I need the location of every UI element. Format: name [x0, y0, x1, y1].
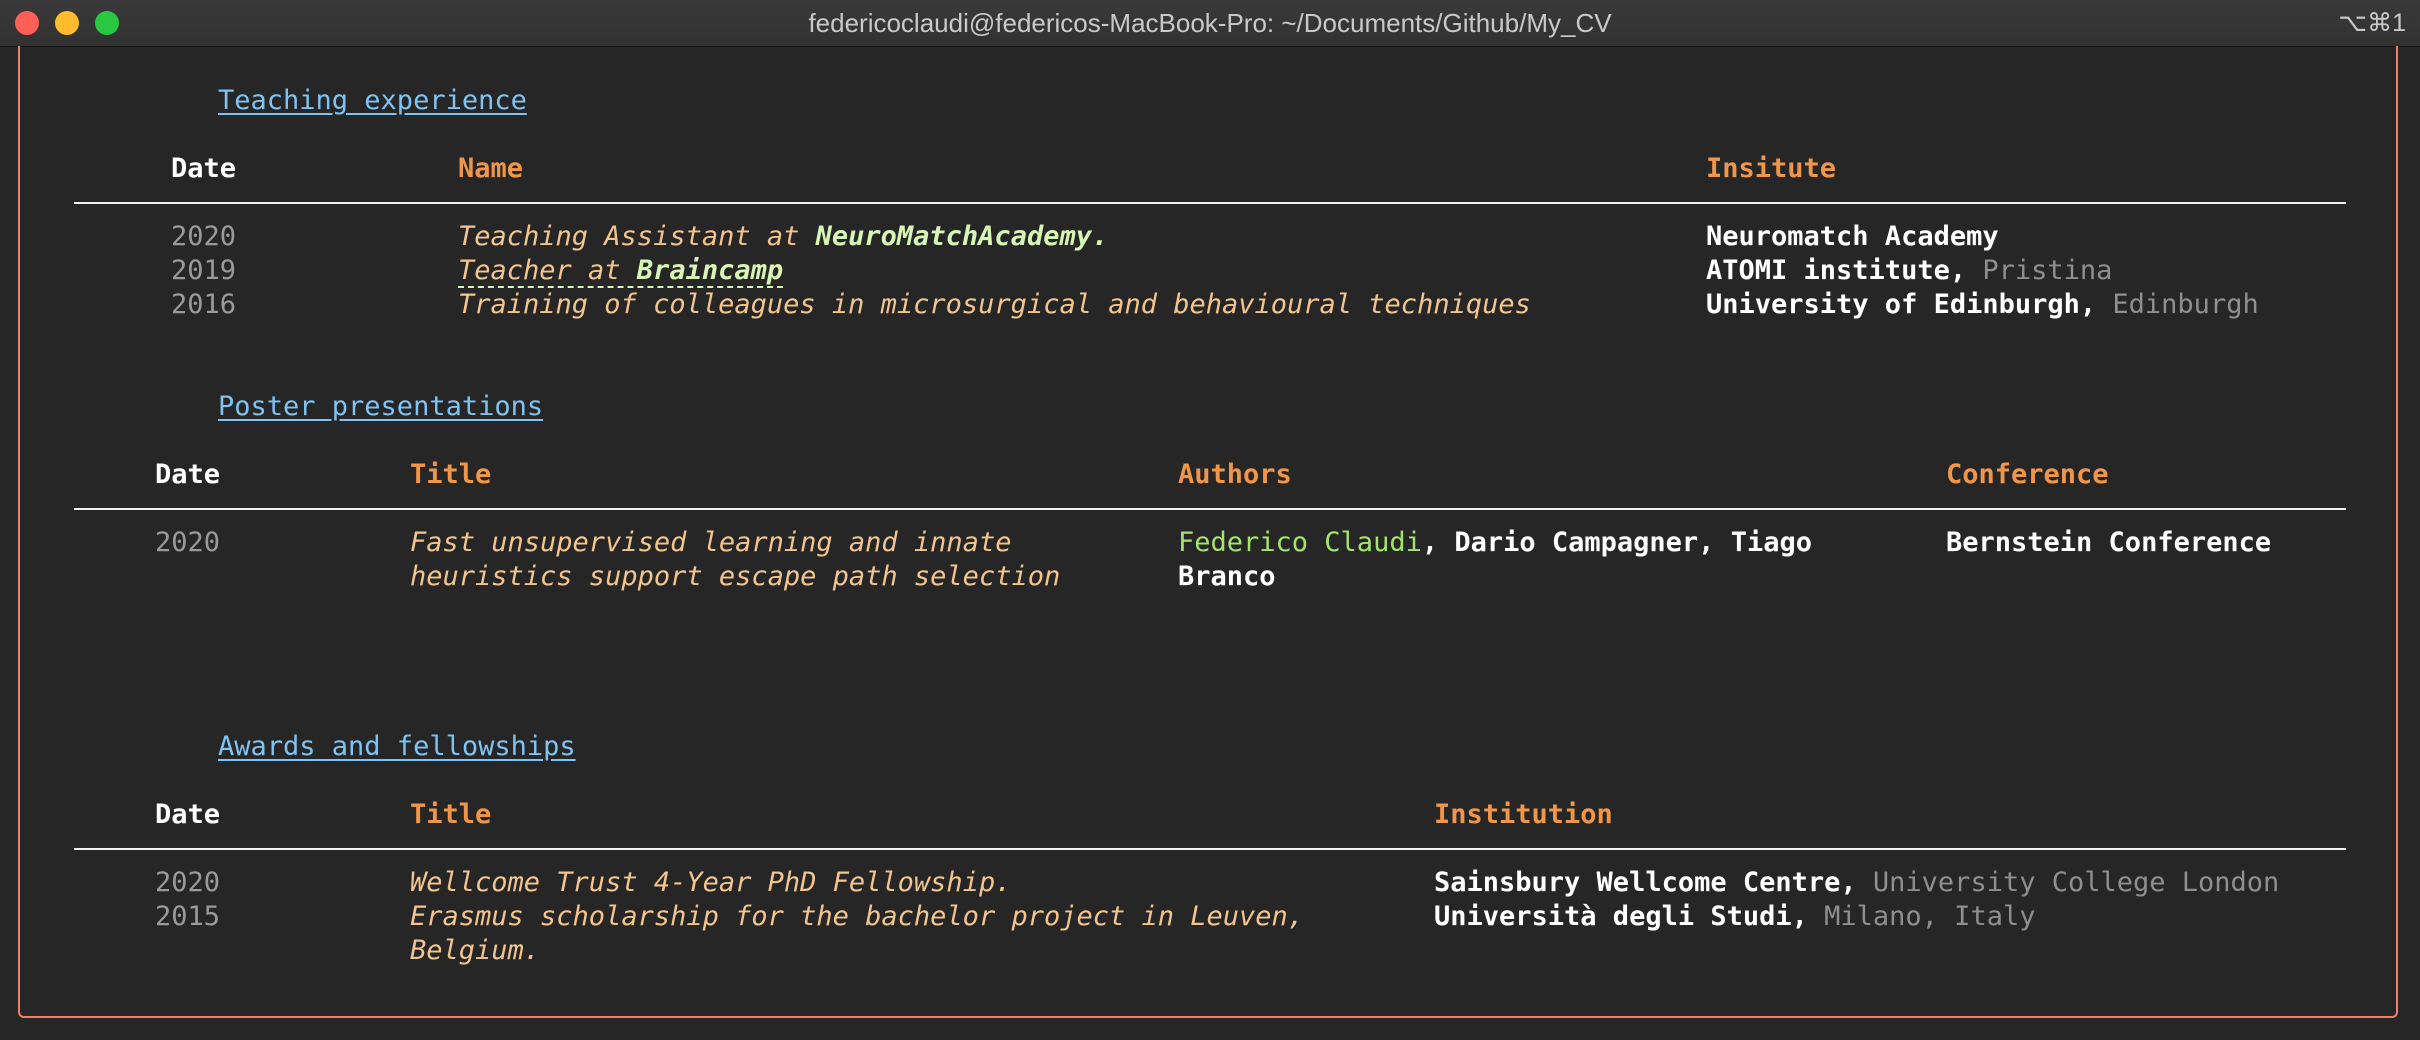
poster-row-authors-line1: Federico Claudi, Dario Campagner, Tiago [1178, 526, 1812, 560]
poster-row-conference: Bernstein Conference [1946, 527, 2272, 558]
award-row-title-line2: Belgium. [410, 935, 541, 966]
teaching-name-header: Name [458, 153, 524, 184]
title-bar: federicoclaudi@federicos-MacBook-Pro: ~/… [0, 0, 2420, 47]
posters-table-rule [74, 508, 2346, 510]
teaching-table-rule [74, 202, 2346, 204]
poster-row-title-line2: heuristics support escape path selection [410, 561, 1061, 592]
award-row-institution: Università degli Studi, Milano, Italy [1434, 900, 2035, 934]
poster-row-authors-rest: , Dario Campagner, Tiago [1421, 527, 1812, 558]
teaching-row-city: Edinburgh [2112, 289, 2259, 320]
teaching-row-institution-name: University of Edinburgh, [1706, 289, 2097, 320]
posters-conference-header: Conference [1946, 459, 2109, 490]
teaching-row-name-text: Teaching Assistant at [458, 221, 816, 252]
poster-row-date: 2020 [155, 527, 221, 558]
awards-institution-header: Institution [1434, 799, 1613, 830]
award-row-title-line1: Erasmus scholarship for the bachelor pro… [410, 901, 1305, 932]
award-row-date: 2020 [155, 867, 221, 898]
teaching-row-institution: ATOMI institute, Pristina [1706, 254, 2112, 288]
teaching-row-date: 2019 [171, 255, 237, 286]
teaching-row-institution-name: ATOMI institute, [1706, 255, 1967, 286]
teaching-row-city: Pristina [1982, 255, 2113, 286]
poster-row-authors-line2: Branco [1178, 561, 1276, 592]
teaching-row-name-strong: NeuroMatchAcademy. [815, 221, 1109, 252]
awards-heading-link[interactable]: Awards and fellowships [218, 730, 576, 764]
posters-heading-link[interactable]: Poster presentations [218, 390, 543, 424]
teaching-row-name: Training of colleagues in microsurgical … [458, 289, 1531, 320]
terminal-window: federicoclaudi@federicos-MacBook-Pro: ~/… [0, 0, 2420, 1040]
poster-row-title-line1: Fast unsupervised learning and innate [410, 527, 1012, 558]
award-row-city: University College London [1872, 867, 2280, 898]
poster-row-author-highlight: Federico Claudi [1178, 527, 1422, 558]
award-row-institution: Sainsbury Wellcome Centre, University Co… [1434, 866, 2279, 900]
teaching-row-name: Teaching Assistant at NeuroMatchAcademy. [458, 220, 1108, 254]
teaching-row-name-pre: Teacher at [458, 255, 637, 286]
award-row-city: Milano, Italy [1824, 901, 2036, 932]
awards-title-header: Title [410, 799, 492, 830]
teaching-row-name-strong: Braincamp [636, 255, 784, 286]
teaching-row-institution: University of Edinburgh, Edinburgh [1706, 288, 2259, 322]
teaching-row-name-link[interactable]: Teacher at Braincamp [458, 254, 784, 288]
award-row-date: 2015 [155, 901, 221, 932]
teaching-row-date: 2020 [171, 221, 237, 252]
posters-date-header: Date [155, 459, 221, 490]
teaching-institute-header: Insitute [1706, 153, 1837, 184]
teaching-row-date: 2016 [171, 289, 237, 320]
teaching-row-institution: Neuromatch Academy [1706, 221, 1999, 252]
teaching-date-header: Date [171, 153, 237, 184]
posters-title-header: Title [410, 459, 492, 490]
posters-authors-header: Authors [1178, 459, 1292, 490]
awards-date-header: Date [155, 799, 221, 830]
award-row-title: Wellcome Trust 4-Year PhD Fellowship. [410, 867, 1012, 898]
award-row-institution-name: Università degli Studi, [1434, 901, 1808, 932]
teaching-row-name-text[interactable]: Teacher at Braincamp [458, 255, 784, 288]
tab-shortcut-label: ⌥⌘1 [2338, 9, 2406, 37]
awards-table-rule [74, 848, 2346, 850]
teaching-heading-link[interactable]: Teaching experience [218, 84, 527, 118]
window-title: federicoclaudi@federicos-MacBook-Pro: ~/… [808, 8, 1612, 38]
award-row-institution-name: Sainsbury Wellcome Centre, [1434, 867, 1857, 898]
